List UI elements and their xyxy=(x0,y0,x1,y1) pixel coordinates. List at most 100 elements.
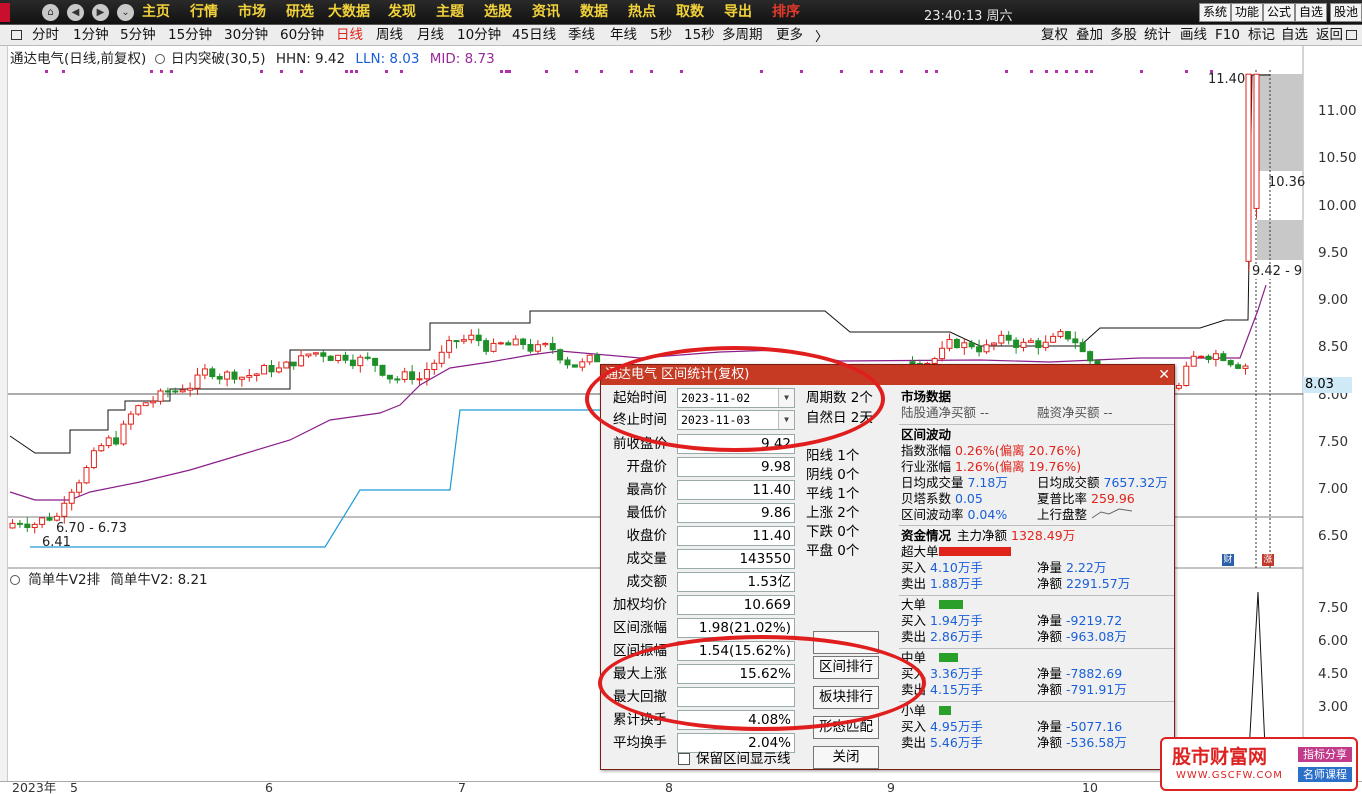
chart-header: 通达电气(日线,前复权) 日内突破(30,5) HHN: 9.42 LLN: 8… xyxy=(10,47,495,67)
period-tab[interactable]: 月线 xyxy=(417,26,444,44)
candle-body xyxy=(505,342,512,346)
chart-tool-tab[interactable]: 叠加 xyxy=(1076,26,1103,44)
candle-body xyxy=(939,347,946,360)
fund-net-amount: 净额 -536.58万 xyxy=(1037,735,1127,751)
fund-net-amount: 净额 -791.91万 xyxy=(1037,682,1127,698)
menu-item[interactable]: 排序 xyxy=(772,4,800,21)
menu-item[interactable]: 数据 xyxy=(580,4,608,21)
watermark-title: 股市财富网 xyxy=(1172,746,1268,768)
rise-marker-icon[interactable]: 涨 xyxy=(1262,554,1274,566)
net-volume-label: 净量 xyxy=(1037,613,1063,628)
sell-label: 卖出 xyxy=(901,629,927,644)
fund-bar xyxy=(939,653,958,662)
chart-tool-tab[interactable]: 统计 xyxy=(1144,26,1171,44)
signal-dot xyxy=(760,70,763,73)
candle-body xyxy=(438,351,445,364)
candle-body xyxy=(327,355,334,361)
menu-item[interactable]: 大数据 xyxy=(328,4,370,21)
candle-body xyxy=(53,515,60,521)
net-volume-value: 2.22万 xyxy=(1066,560,1107,575)
fund-group-name: 超大单 xyxy=(901,544,939,559)
menu-item[interactable]: 取数 xyxy=(676,4,704,21)
sell-label: 卖出 xyxy=(901,735,927,750)
y-tick-label: 9.50 xyxy=(1318,244,1349,261)
volatility: 区间波动率 0.04% xyxy=(901,507,1007,523)
period-tab[interactable]: 45日线 xyxy=(512,26,556,44)
candle-body xyxy=(586,354,593,363)
dropdown-icon[interactable]: ⌄ xyxy=(117,4,134,21)
menu-item[interactable]: 行情 xyxy=(190,4,218,21)
period-tab[interactable]: 年线 xyxy=(610,26,637,44)
candle-body xyxy=(1020,341,1027,348)
finance-marker-icon[interactable]: 财 xyxy=(1222,554,1234,566)
chart-tool-tab[interactable]: 返回 xyxy=(1316,26,1343,44)
menu-item[interactable]: 选股 xyxy=(484,4,512,21)
menu-item[interactable]: 导出 xyxy=(724,4,752,21)
period-tab[interactable]: 5秒 xyxy=(650,26,672,44)
indicator-toggle-icon[interactable] xyxy=(154,54,165,64)
main-net: 主力净额 1328.49万 xyxy=(957,528,1075,544)
layout-toggle-icon[interactable] xyxy=(11,30,22,40)
home-icon[interactable]: ⌂ xyxy=(42,4,59,21)
menu-item[interactable]: 资讯 xyxy=(532,4,560,21)
period-tab[interactable]: 日线 xyxy=(336,26,363,44)
index-change: 指数涨幅 0.26%(偏离 20.76%) xyxy=(901,443,1081,459)
period-tab[interactable]: 季线 xyxy=(568,26,595,44)
chart-tool-tab[interactable]: 复权 xyxy=(1041,26,1068,44)
candle-body xyxy=(968,342,975,348)
back-icon[interactable]: ◀ xyxy=(67,4,84,21)
chart-tool-tab[interactable]: F10 xyxy=(1215,26,1240,44)
menu-item[interactable]: 主题 xyxy=(436,4,464,21)
low-range-annotation: 6.70 - 6.73 xyxy=(56,521,127,536)
toolbar-button[interactable]: 系统 xyxy=(1199,3,1232,22)
avg-volume: 日均成交量 7.18万 xyxy=(901,475,1008,491)
signal-dot xyxy=(1090,70,1093,73)
buy-label: 买入 xyxy=(901,560,927,575)
period-tab[interactable]: 15分钟 xyxy=(168,26,212,44)
fund-net-volume: 净量 -7882.69 xyxy=(1037,666,1122,682)
period-tab[interactable]: 多周期 xyxy=(722,26,763,44)
signal-dot xyxy=(508,70,511,73)
menu-item[interactable]: 研选 xyxy=(286,4,314,21)
signal-dot xyxy=(260,70,263,73)
period-tab[interactable]: 15秒 xyxy=(684,26,715,44)
candle-body xyxy=(305,353,312,357)
window-toggle-icon[interactable] xyxy=(1346,30,1357,40)
northbound-net: 陆股通净买额 -- xyxy=(901,405,989,421)
toolbar-button[interactable]: 功能 xyxy=(1231,3,1264,22)
stat-value: 1.53亿 xyxy=(677,572,795,592)
net-amount-value: -536.58万 xyxy=(1066,735,1127,750)
menu-item[interactable]: 市场 xyxy=(238,4,266,21)
period-tab[interactable]: 5分钟 xyxy=(120,26,156,44)
period-tab[interactable]: 30分钟 xyxy=(224,26,268,44)
forward-icon[interactable]: ▶ xyxy=(92,4,109,21)
volatility-label: 区间波动率 xyxy=(901,507,964,522)
period-tab[interactable]: 10分钟 xyxy=(457,26,501,44)
chart-tool-tab[interactable]: 画线 xyxy=(1180,26,1207,44)
menu-item[interactable]: 主页 xyxy=(142,4,170,21)
candle-body xyxy=(1253,73,1260,209)
signal-dot xyxy=(505,70,508,73)
fund-buy: 买入 4.10万手 xyxy=(901,560,983,576)
more-arrow-icon[interactable]: 〉 xyxy=(815,26,828,45)
period-tab[interactable]: 1分钟 xyxy=(73,26,109,44)
signal-dot xyxy=(800,70,803,73)
indicator-name: 日内突破(30,5) xyxy=(170,51,266,67)
close-button[interactable]: 关闭 xyxy=(813,746,879,769)
period-tab[interactable]: 60分钟 xyxy=(280,26,324,44)
close-icon[interactable]: ✕ xyxy=(1158,366,1170,384)
sub-indicator-toggle-icon[interactable] xyxy=(10,575,20,585)
chart-tool-tab[interactable]: 多股 xyxy=(1110,26,1137,44)
period-tab[interactable]: 更多 xyxy=(776,26,803,44)
toolbar-button[interactable]: 公式 xyxy=(1263,3,1296,22)
period-tab[interactable]: 周线 xyxy=(376,26,403,44)
period-tab[interactable]: 分时 xyxy=(32,26,59,44)
menu-item[interactable]: 热点 xyxy=(628,4,656,21)
chart-tool-tab[interactable]: 标记 xyxy=(1248,26,1275,44)
keep-line-checkbox[interactable] xyxy=(678,753,690,765)
chart-tool-tab[interactable]: 自选 xyxy=(1281,26,1308,44)
candle-count-stat: 平线 1个 xyxy=(806,486,860,502)
toolbar-button[interactable]: 股池 xyxy=(1330,3,1362,22)
menu-item[interactable]: 发现 xyxy=(388,4,416,21)
toolbar-button[interactable]: 自选 xyxy=(1295,3,1328,22)
